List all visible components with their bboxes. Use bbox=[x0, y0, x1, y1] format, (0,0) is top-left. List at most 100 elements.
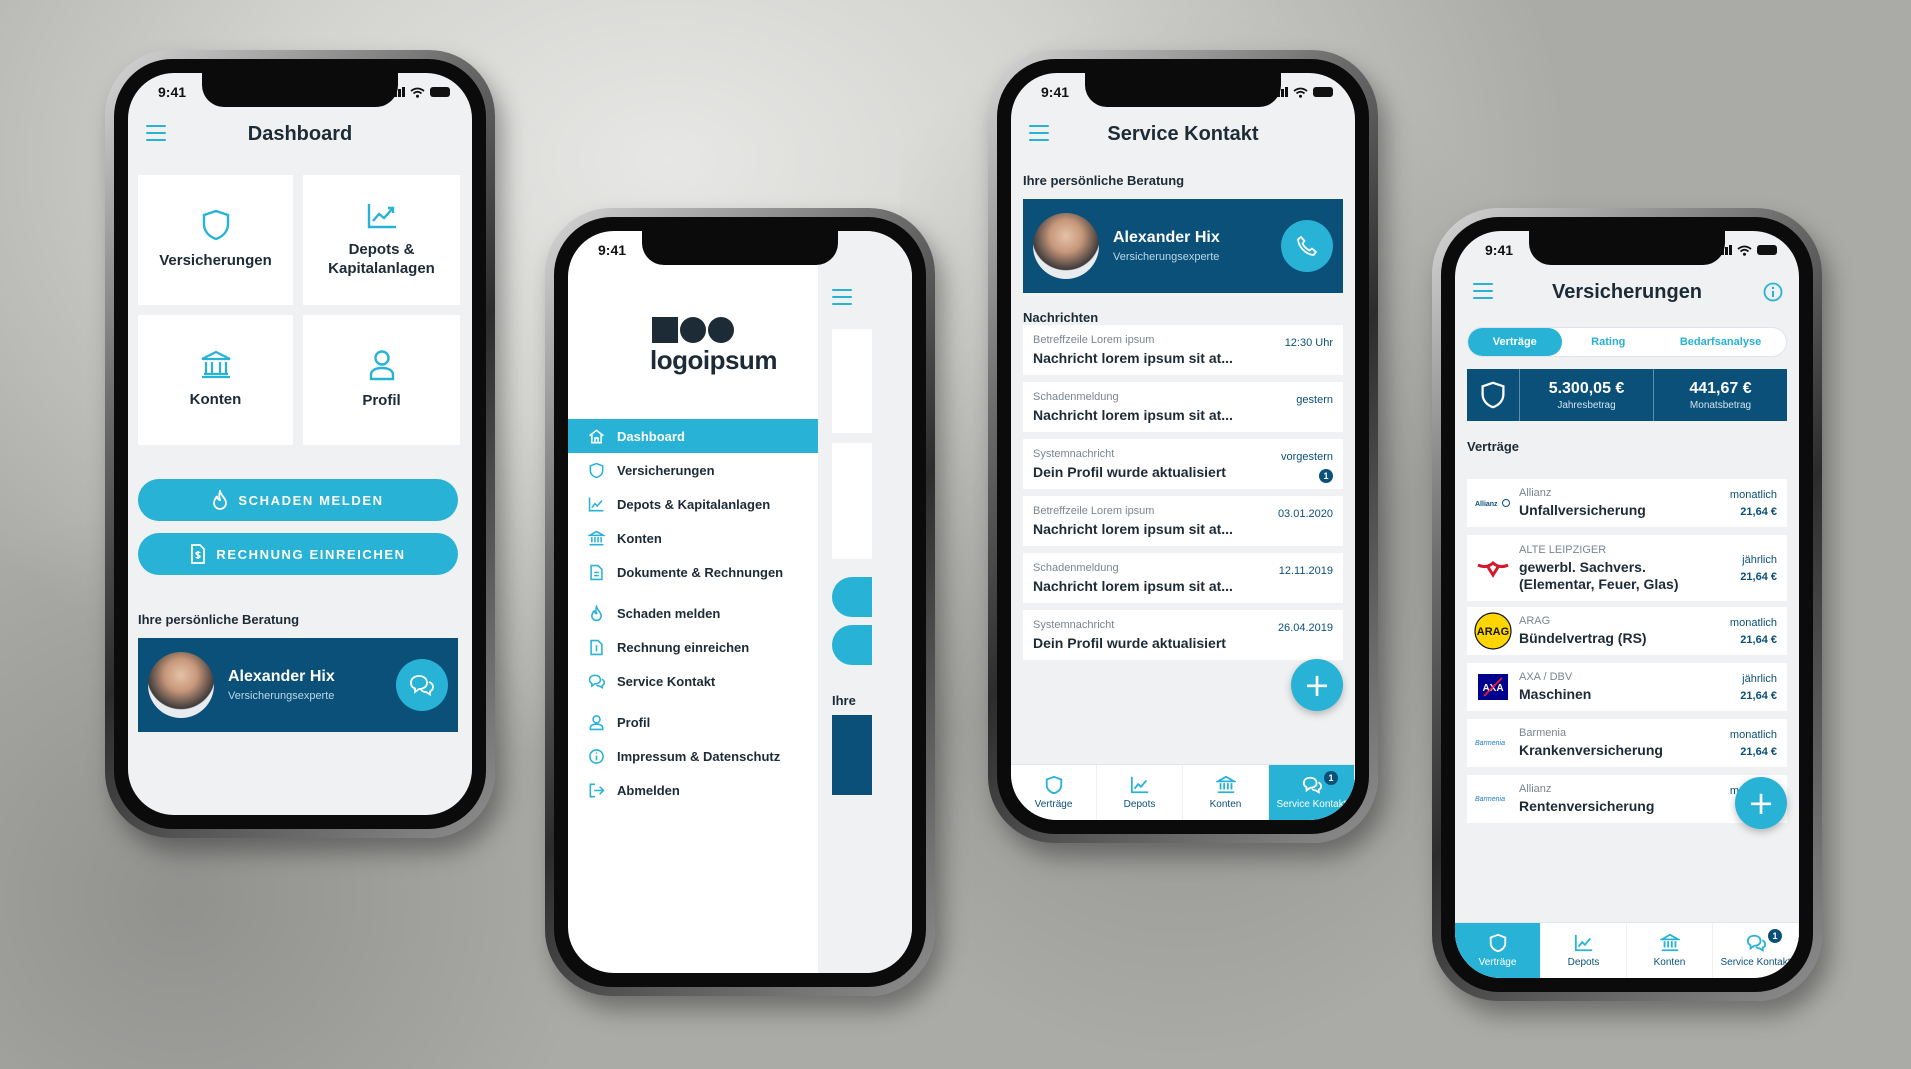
sidebar-item-impressum-datenschutz[interactable]: Impressum & Datenschutz bbox=[568, 739, 818, 773]
monthly-amount: 441,67 € bbox=[1689, 379, 1752, 397]
svg-text:ARAG: ARAG bbox=[1477, 626, 1509, 638]
message-item[interactable]: Schadenmeldung Nachricht lorem ipsum sit… bbox=[1023, 553, 1343, 603]
svg-text:Barmenia: Barmenia bbox=[1475, 740, 1505, 747]
wifi-icon bbox=[1293, 87, 1308, 98]
tab-service-kontakt[interactable]: Service Kontakt 1 bbox=[1713, 923, 1799, 978]
button-label: SCHADEN MELDEN bbox=[238, 492, 384, 508]
phone-menu: 9:41 Ihre logoipsum Dashboard Versicherun… bbox=[545, 208, 935, 996]
message-item[interactable]: Systemnachricht Dein Profil wurde aktual… bbox=[1023, 439, 1343, 489]
battery-icon bbox=[1313, 87, 1333, 97]
axa-logo: AXA bbox=[1478, 674, 1508, 700]
submit-invoice-button[interactable]: RECHNUNG EINREICHEN bbox=[138, 533, 458, 575]
tab-depots[interactable]: Depots bbox=[1541, 923, 1627, 978]
user-icon bbox=[589, 714, 604, 730]
notch bbox=[202, 73, 398, 107]
status-time: 9:41 bbox=[1041, 84, 1070, 100]
contract-item[interactable]: AXA AXA / DBV Maschinen jährlich 21,64 € bbox=[1467, 663, 1787, 711]
contract-item[interactable]: ARAG ARAG Bündelvertrag (RS) monatlich 21… bbox=[1467, 607, 1787, 655]
sidebar-item-label: Depots & Kapitalanlagen bbox=[617, 496, 771, 512]
sidebar-item-depots-kapitalanlagen[interactable]: Depots & Kapitalanlagen bbox=[568, 487, 818, 521]
message-text: Nachricht lorem ipsum sit at... bbox=[1033, 578, 1233, 594]
tab-konten[interactable]: Konten bbox=[1627, 923, 1713, 978]
tab-konten[interactable]: Konten bbox=[1183, 765, 1269, 820]
status-time: 9:41 bbox=[1485, 242, 1514, 258]
company-name: Allianz bbox=[1519, 487, 1552, 500]
chart-icon bbox=[588, 497, 604, 511]
message-item[interactable]: Betreffzeile Lorem ipsum Nachricht lorem… bbox=[1023, 496, 1343, 546]
sidebar-item-dashboard[interactable]: Dashboard bbox=[568, 419, 818, 453]
logo-text: logoipsum bbox=[650, 345, 777, 375]
advice-heading: Ihre persönliche Beratung bbox=[1023, 173, 1185, 188]
shield-icon bbox=[1489, 933, 1506, 953]
segment-bedarfsanalyse[interactable]: Bedarfsanalyse bbox=[1655, 328, 1786, 356]
company-logo: Barmenia bbox=[1467, 737, 1519, 749]
contract-item[interactable]: ALTE LEIPZIGER gewerbl. Sachvers. (Eleme… bbox=[1467, 535, 1787, 601]
company-logo: ARAG bbox=[1467, 612, 1519, 650]
advisor-card[interactable]: Alexander Hix Versicherungsexperte bbox=[1023, 199, 1343, 293]
tab-bar: Verträge Depots Konten Service Kontakt 1 bbox=[1011, 764, 1355, 820]
contract-item[interactable]: Barmenia Barmenia Krankenversicherung mo… bbox=[1467, 719, 1787, 767]
payment-interval: jährlich bbox=[1742, 554, 1777, 566]
advisor-card[interactable]: Alexander Hix Versicherungsexperte bbox=[138, 638, 458, 732]
contract-item[interactable]: Allianz Allianz Unfallversicherung monat… bbox=[1467, 479, 1787, 527]
message-text: Nachricht lorem ipsum sit at... bbox=[1033, 407, 1233, 423]
report-damage-button[interactable]: SCHADEN MELDEN bbox=[138, 479, 458, 521]
message-item[interactable]: Betreffzeile Lorem ipsum Nachricht lorem… bbox=[1023, 325, 1343, 375]
page-title: Dashboard bbox=[247, 122, 353, 145]
company-name: ALTE LEIPZIGER bbox=[1519, 543, 1607, 556]
segment-rating[interactable]: Rating bbox=[1562, 328, 1656, 356]
message-date: 12:30 Uhr bbox=[1284, 337, 1333, 349]
message-text: Dein Profil wurde aktualisiert bbox=[1033, 464, 1226, 480]
contract-price: 21,64 € bbox=[1740, 571, 1777, 583]
wifi-icon bbox=[410, 87, 425, 98]
sidebar-item-service-kontakt[interactable]: Service Kontakt bbox=[568, 664, 818, 698]
sidebar-item-konten[interactable]: Konten bbox=[568, 521, 818, 555]
menu-icon[interactable] bbox=[1029, 125, 1049, 146]
menu-icon[interactable] bbox=[832, 289, 852, 310]
tile-versicherungen[interactable]: Versicherungen bbox=[138, 175, 293, 305]
tab-label: Verträge bbox=[1478, 957, 1517, 968]
payment-interval: monatlich bbox=[1729, 489, 1777, 501]
chat-button[interactable] bbox=[396, 659, 448, 711]
messages-heading: Nachrichten bbox=[1023, 310, 1099, 325]
sidebar-item-abmelden[interactable]: Abmelden bbox=[568, 773, 818, 807]
tab-label: Konten bbox=[1653, 957, 1686, 968]
tile-konten[interactable]: Konten bbox=[138, 315, 293, 445]
chart-icon bbox=[1574, 934, 1592, 952]
tab-vertr-ge[interactable]: Verträge bbox=[1455, 923, 1541, 978]
call-button[interactable] bbox=[1281, 220, 1333, 272]
phone-icon bbox=[1297, 236, 1317, 256]
notch bbox=[642, 231, 838, 265]
tile-label: Konten bbox=[189, 391, 242, 409]
company-logo: Allianz bbox=[1467, 497, 1519, 509]
tab-label: Service Kontakt bbox=[1720, 957, 1791, 968]
advice-heading: Ihre persönliche Beratung bbox=[138, 612, 300, 627]
contract-name: Rentenversicherung bbox=[1519, 798, 1655, 815]
shield-icon bbox=[1045, 775, 1062, 795]
sidebar-item-dokumente-rechnungen[interactable]: Dokumente & Rechnungen bbox=[568, 555, 818, 589]
sidebar-item-schaden-melden[interactable]: Schaden melden bbox=[568, 596, 818, 630]
arag-logo: ARAG bbox=[1474, 612, 1512, 650]
sidebar-item-profil[interactable]: Profil bbox=[568, 705, 818, 739]
tile-profil[interactable]: Profil bbox=[303, 315, 460, 445]
message-date: 26.04.2019 bbox=[1277, 622, 1333, 634]
tab-depots[interactable]: Depots bbox=[1097, 765, 1183, 820]
message-item[interactable]: Systemnachricht Dein Profil wurde aktual… bbox=[1023, 610, 1343, 660]
menu-icon[interactable] bbox=[146, 125, 166, 146]
menu-icon[interactable] bbox=[1473, 283, 1493, 304]
tile-depots[interactable]: Depots & Kapitalanlagen bbox=[303, 175, 460, 305]
sidebar-item-versicherungen[interactable]: Versicherungen bbox=[568, 453, 818, 487]
tab-vertr-ge[interactable]: Verträge bbox=[1011, 765, 1097, 820]
info-icon[interactable] bbox=[1763, 282, 1783, 302]
company-name: ARAG bbox=[1519, 615, 1551, 628]
message-date: 12.11.2019 bbox=[1278, 565, 1333, 577]
tab-service-kontakt[interactable]: Service Kontakt 1 bbox=[1269, 765, 1355, 820]
add-button[interactable]: + bbox=[1735, 777, 1787, 829]
sidebar-item-rechnung-einreichen[interactable]: Rechnung einreichen bbox=[568, 630, 818, 664]
add-button[interactable]: + bbox=[1291, 659, 1343, 711]
segment-vertraege[interactable]: Verträge bbox=[1468, 328, 1562, 356]
contract-name: Unfallversicherung bbox=[1519, 502, 1646, 519]
document-icon bbox=[590, 564, 603, 580]
message-item[interactable]: Schadenmeldung Nachricht lorem ipsum sit… bbox=[1023, 382, 1343, 432]
tab-label: Depots bbox=[1123, 799, 1156, 810]
